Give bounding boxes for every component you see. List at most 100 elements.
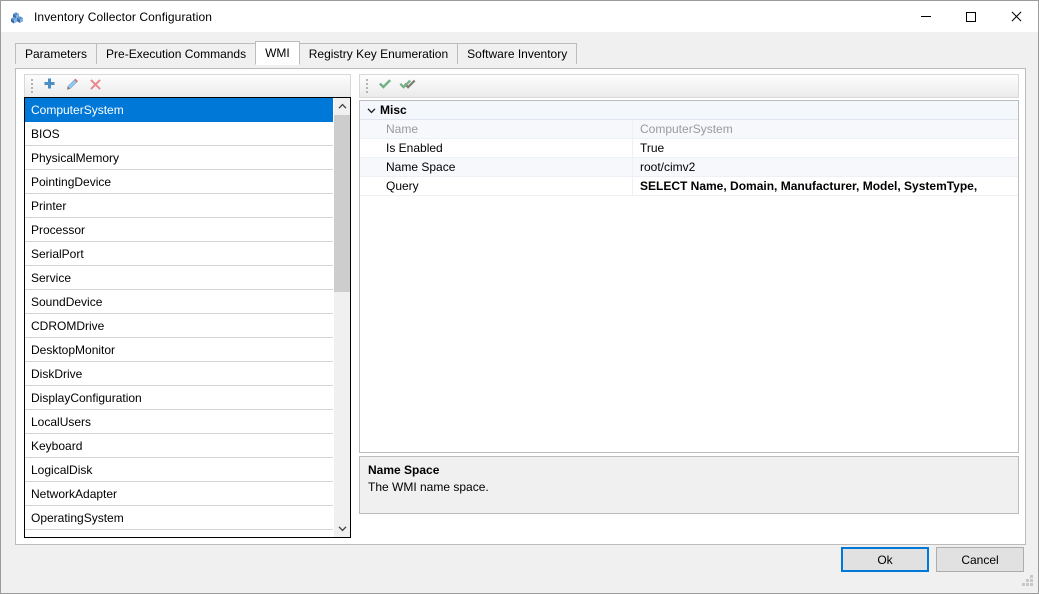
tab-strip: Parameters Pre-Execution Commands WMI Re… (15, 41, 1038, 65)
chevron-up-icon (338, 103, 347, 110)
close-icon (1010, 11, 1021, 22)
list-item-label: DisplayConfiguration (31, 391, 142, 405)
list-scrollbar[interactable] (333, 98, 350, 537)
list-item-label: PhysicalMemory (31, 151, 120, 165)
list-item[interactable]: DisplayConfiguration (25, 386, 333, 410)
chevron-down-icon (338, 525, 347, 532)
delete-button[interactable] (84, 76, 107, 97)
list-item[interactable]: NetworkAdapter (25, 482, 333, 506)
resize-grip[interactable] (1022, 575, 1034, 587)
list-item[interactable]: Service (25, 266, 333, 290)
property-value[interactable]: root/cimv2 (632, 158, 1018, 176)
toolbar-grip[interactable] (28, 78, 35, 94)
property-description-panel: Name Space The WMI name space. (359, 456, 1019, 514)
tab-parameters[interactable]: Parameters (15, 43, 98, 64)
dialog-footer: Ok Cancel (1, 543, 1039, 575)
cancel-button[interactable]: Cancel (936, 547, 1024, 572)
maximize-icon (965, 11, 976, 22)
list-item-label: Processor (31, 223, 86, 237)
list-item[interactable]: CDROMDrive (25, 314, 333, 338)
tab-label: Parameters (25, 47, 88, 61)
property-name: Name Space (386, 160, 456, 174)
list-item[interactable]: Processor (25, 218, 333, 242)
list-item[interactable]: ComputerSystem (25, 98, 333, 122)
tab-wmi[interactable]: WMI (255, 41, 300, 65)
wmi-class-pane: ComputerSystem BIOS PhysicalMemory Point… (24, 74, 351, 538)
close-button[interactable] (993, 1, 1038, 32)
toolbar-grip[interactable] (363, 78, 370, 94)
list-item[interactable]: SoundDevice (25, 290, 333, 314)
property-row-is-enabled[interactable]: Is Enabled True (360, 139, 1018, 158)
dialog-window: Inventory Collector Configuration Parame… (0, 0, 1039, 594)
wmi-property-pane: Misc Name ComputerSystem Is Enabled True… (359, 74, 1019, 538)
property-row-name[interactable]: Name ComputerSystem (360, 120, 1018, 139)
list-item[interactable]: Printer (25, 194, 333, 218)
list-item-label: Printer (31, 199, 67, 213)
add-button[interactable] (38, 76, 61, 97)
list-item[interactable]: PointingDevice (25, 170, 333, 194)
wmi-class-list: ComputerSystem BIOS PhysicalMemory Point… (25, 98, 333, 537)
list-item[interactable]: SerialPort (25, 242, 333, 266)
property-grid[interactable]: Misc Name ComputerSystem Is Enabled True… (359, 100, 1019, 453)
list-item-label: ComputerSystem (31, 103, 124, 117)
maximize-button[interactable] (948, 1, 993, 32)
property-toolbar (359, 74, 1019, 98)
list-item[interactable]: BIOS (25, 122, 333, 146)
property-name: Is Enabled (386, 141, 443, 155)
list-item[interactable]: LocalUsers (25, 410, 333, 434)
list-item[interactable]: PhysicalMemory (25, 146, 333, 170)
tab-label: Pre-Execution Commands (106, 47, 247, 61)
window-title: Inventory Collector Configuration (34, 9, 213, 24)
title-bar: Inventory Collector Configuration (1, 1, 1038, 32)
list-item-label: OperatingSystem (31, 511, 124, 525)
scroll-down-button[interactable] (334, 520, 350, 537)
tab-software-inventory[interactable]: Software Inventory (457, 43, 578, 64)
edit-button[interactable] (61, 76, 84, 97)
list-item[interactable]: DiskDrive (25, 362, 333, 386)
description-text: The WMI name space. (368, 480, 489, 494)
list-item-label: DesktopMonitor (31, 343, 116, 357)
list-item-label: LocalUsers (31, 415, 92, 429)
enable-button[interactable] (373, 76, 396, 97)
window-controls (903, 1, 1038, 32)
scrollbar-thumb[interactable] (334, 115, 350, 292)
property-value[interactable]: SELECT Name, Domain, Manufacturer, Model… (632, 177, 1018, 195)
list-item-label: SerialPort (31, 247, 84, 261)
list-item-label: NetworkAdapter (31, 487, 118, 501)
list-item-label: Keyboard (31, 439, 83, 453)
property-value: ComputerSystem (632, 120, 1018, 138)
property-row-name-space[interactable]: Name Space root/cimv2 (360, 158, 1018, 177)
wmi-class-listbox[interactable]: ComputerSystem BIOS PhysicalMemory Point… (24, 97, 351, 538)
delete-x-icon (88, 77, 103, 95)
list-item[interactable]: LogicalDisk (25, 458, 333, 482)
plus-icon (42, 77, 57, 95)
tab-label: Registry Key Enumeration (308, 47, 449, 61)
property-row-query[interactable]: Query SELECT Name, Domain, Manufacturer,… (360, 177, 1018, 196)
ok-button[interactable]: Ok (841, 547, 929, 572)
tab-pre-execution-commands[interactable]: Pre-Execution Commands (96, 43, 257, 64)
tab-registry-key-enumeration[interactable]: Registry Key Enumeration (298, 43, 459, 64)
property-category-misc[interactable]: Misc (360, 101, 1018, 120)
list-item-label: PointingDevice (31, 175, 112, 189)
list-item-label: CDROMDrive (31, 319, 105, 333)
minimize-icon (920, 16, 931, 17)
list-item[interactable]: Keyboard (25, 434, 333, 458)
list-item-label: LogicalDisk (31, 463, 93, 477)
pencil-icon (65, 77, 80, 95)
property-value[interactable]: True (632, 139, 1018, 157)
scroll-up-button[interactable] (334, 98, 350, 115)
inventory-blocks-icon (10, 9, 26, 25)
description-title: Name Space (368, 463, 440, 477)
property-category-label: Misc (380, 103, 407, 117)
list-item-label: SoundDevice (31, 295, 103, 309)
tab-label: WMI (265, 46, 290, 60)
list-item[interactable]: OperatingSystem (25, 506, 333, 530)
class-list-toolbar (24, 74, 351, 98)
minimize-button[interactable] (903, 1, 948, 32)
list-item[interactable]: DesktopMonitor (25, 338, 333, 362)
list-item-label: BIOS (31, 127, 60, 141)
enable-all-button[interactable] (396, 76, 419, 97)
property-name: Name (386, 122, 419, 136)
double-check-icon (399, 77, 417, 95)
chevron-down-icon[interactable] (362, 101, 380, 119)
